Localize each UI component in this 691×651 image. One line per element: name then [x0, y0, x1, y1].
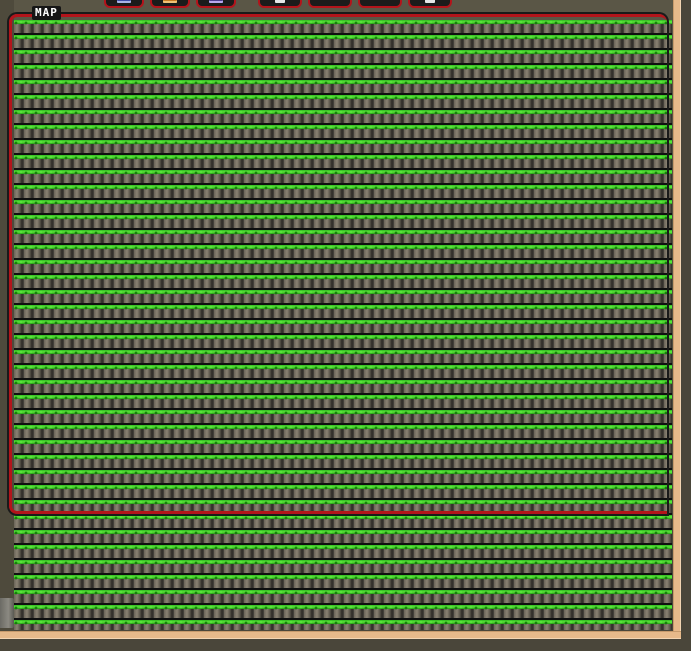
tool-button-2[interactable]	[308, 0, 352, 8]
left-panel-edge	[0, 0, 14, 631]
background-bottom	[0, 639, 691, 651]
window-border-right	[673, 0, 681, 639]
map-tile-grid[interactable]	[14, 20, 672, 630]
blank-icon	[373, 0, 387, 3]
game-editor-screen: MAP	[0, 0, 691, 651]
open-button[interactable]	[150, 0, 190, 8]
map-title-label: MAP	[32, 6, 61, 20]
tool-button-1[interactable]	[258, 0, 302, 8]
disk-icon	[209, 0, 223, 3]
scroll-handle[interactable]	[0, 598, 14, 628]
window-border-bottom	[0, 631, 681, 639]
white-block-icon	[275, 0, 285, 3]
tool-button-4[interactable]	[408, 0, 452, 8]
white-block-icon	[425, 0, 435, 3]
background-right	[681, 0, 691, 651]
top-toolbar	[104, 0, 452, 10]
blank-icon	[323, 0, 337, 3]
open-folder-icon	[163, 0, 177, 3]
tool-button-3[interactable]	[358, 0, 402, 8]
disk-button[interactable]	[196, 0, 236, 8]
save-icon	[117, 0, 131, 3]
save-button[interactable]	[104, 0, 144, 8]
